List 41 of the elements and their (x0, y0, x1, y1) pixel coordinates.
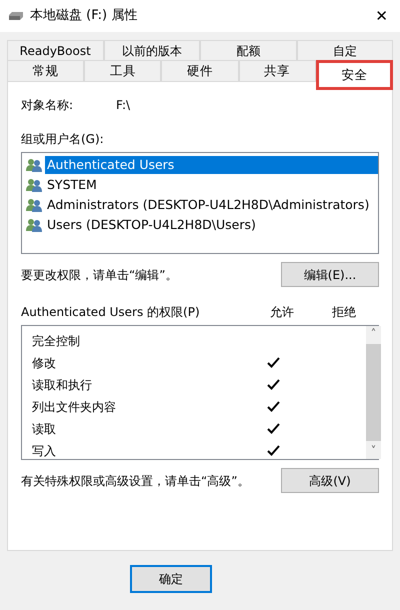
ok-button[interactable]: 确定 (130, 565, 212, 593)
scroll-up-button[interactable]: ˄ (370, 326, 376, 342)
edit-button[interactable]: 编辑(E)... (281, 262, 379, 287)
tab[interactable]: 工具 (84, 60, 162, 81)
permissions-label: Authenticated Users 的权限(P) (21, 304, 201, 321)
user-list-item[interactable]: SYSTEM (45, 176, 99, 194)
advanced-button[interactable]: 高级(V) (281, 468, 379, 493)
close-button[interactable]: ✕ (371, 4, 392, 28)
permission-name: 读取 (31, 421, 57, 438)
permission-name: 写入 (31, 443, 57, 460)
permission-name: 修改 (31, 355, 57, 372)
user-list-item[interactable]: Administrators (DESKTOP-U4L2H8D\Administrators) (45, 196, 372, 214)
users-icon (26, 218, 42, 232)
tab[interactable]: 以前的版本 (104, 40, 200, 61)
object-name-value: F:\ (116, 97, 130, 114)
permission-name: 列出文件夹内容 (31, 399, 117, 416)
users-icon (26, 178, 42, 192)
permission-name: 读取和执行 (31, 377, 93, 394)
drive-icon (8, 11, 24, 21)
column-header: 允许 (269, 304, 295, 321)
tab[interactable]: 常规 (7, 60, 84, 81)
tab[interactable]: ReadyBoost (7, 40, 104, 61)
users-icon (26, 158, 42, 172)
object-name-label: 对象名称: (21, 97, 74, 114)
groups-label: 组或用户名(G): (21, 131, 105, 148)
tab[interactable]: 硬件 (161, 60, 239, 81)
tab[interactable]: 自定 (296, 40, 393, 61)
permission-name: 完全控制 (31, 333, 81, 350)
scroll-down-button[interactable]: ˅ (370, 443, 376, 459)
scroll-thumb[interactable] (366, 344, 381, 441)
users-icon (26, 198, 42, 212)
column-header: 拒绝 (331, 304, 357, 321)
tab[interactable]: 安全 (316, 60, 394, 90)
scrollbar[interactable]: ˄ ˅ (366, 326, 381, 459)
edit-hint: 要更改权限，请单击“编辑”。 (21, 266, 178, 284)
tab[interactable]: 配额 (200, 40, 296, 61)
advanced-hint: 有关特殊权限或高级设置，请单击“高级”。 (21, 472, 250, 490)
user-list-item[interactable]: Authenticated Users (45, 156, 378, 174)
tab[interactable]: 共享 (238, 60, 316, 81)
window-title: 本地磁盘 (F:) 属性 (30, 7, 138, 26)
user-list-item[interactable]: Users (DESKTOP-U4L2H8D\Users) (45, 216, 258, 234)
